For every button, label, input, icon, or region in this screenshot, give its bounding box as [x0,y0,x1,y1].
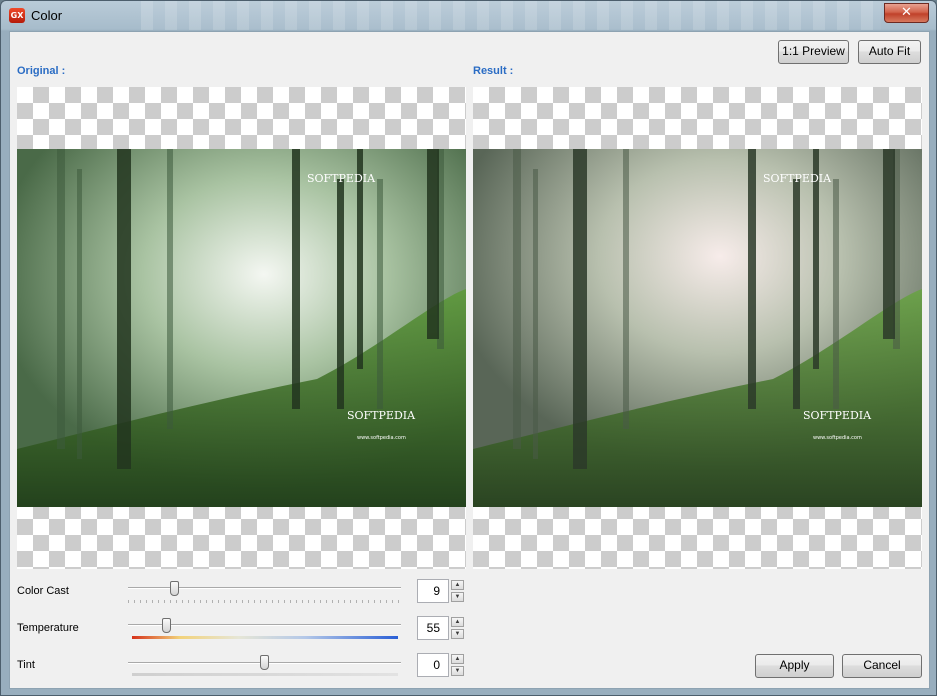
temperature-value-field[interactable]: 55 [417,616,449,640]
temperature-spin-down-icon[interactable]: ▼ [451,629,464,639]
title-bar[interactable]: GX Color ✕ [1,1,936,31]
temperature-gradient-bar [132,636,398,639]
color-cast-ticks [128,600,401,603]
color-cast-label: Color Cast [17,585,69,597]
result-preview-panel: SOFTPEDIA SOFTPEDIA www.softpedia.com [473,87,922,569]
temperature-slider-thumb[interactable] [161,618,171,633]
color-cast-slider-thumb[interactable] [169,581,179,596]
temperature-label: Temperature [17,622,79,634]
svg-text:www.softpedia.com: www.softpedia.com [357,435,406,441]
color-cast-spin-up-icon[interactable]: ▲ [451,580,464,590]
preview-1to1-button[interactable]: 1:1 Preview [778,40,849,64]
result-label: Result : [473,65,514,77]
window-title: Color [31,8,63,23]
tint-label: Tint [17,659,35,671]
cancel-button[interactable]: Cancel [842,654,922,678]
svg-text:SOFTPEDIA: SOFTPEDIA [763,172,832,185]
original-preview-panel: SOFTPEDIA SOFTPEDIA www.softpedia.com [17,87,466,569]
title-bar-glass [141,1,881,30]
apply-button[interactable]: Apply [755,654,834,678]
svg-text:SOFTPEDIA: SOFTPEDIA [347,409,416,422]
app-logo-icon: GX [9,8,25,23]
svg-text:www.softpedia.com: www.softpedia.com [813,435,862,441]
tint-spin-up-icon[interactable]: ▲ [451,654,464,664]
temperature-spin-up-icon[interactable]: ▲ [451,617,464,627]
color-cast-track [128,587,401,589]
original-image: SOFTPEDIA SOFTPEDIA www.softpedia.com [17,149,466,507]
tint-value-field[interactable]: 0 [417,653,449,677]
original-label: Original : [17,65,66,77]
tint-slider-thumb[interactable] [260,655,269,670]
close-button[interactable]: ✕ [884,3,929,23]
color-cast-value-field[interactable]: 9 [417,579,449,603]
color-cast-spin-down-icon[interactable]: ▼ [451,592,464,602]
result-image: SOFTPEDIA SOFTPEDIA www.softpedia.com [473,149,922,507]
svg-text:SOFTPEDIA: SOFTPEDIA [803,409,872,422]
color-dialog: GX Color ✕ 1:1 Preview Auto Fit Original… [0,0,937,696]
auto-fit-button[interactable]: Auto Fit [858,40,921,64]
dialog-body: 1:1 Preview Auto Fit Original : Result : [9,31,930,689]
tint-gradient-bar [132,673,398,676]
svg-text:SOFTPEDIA: SOFTPEDIA [307,172,376,185]
tint-spin-down-icon[interactable]: ▼ [451,666,464,676]
